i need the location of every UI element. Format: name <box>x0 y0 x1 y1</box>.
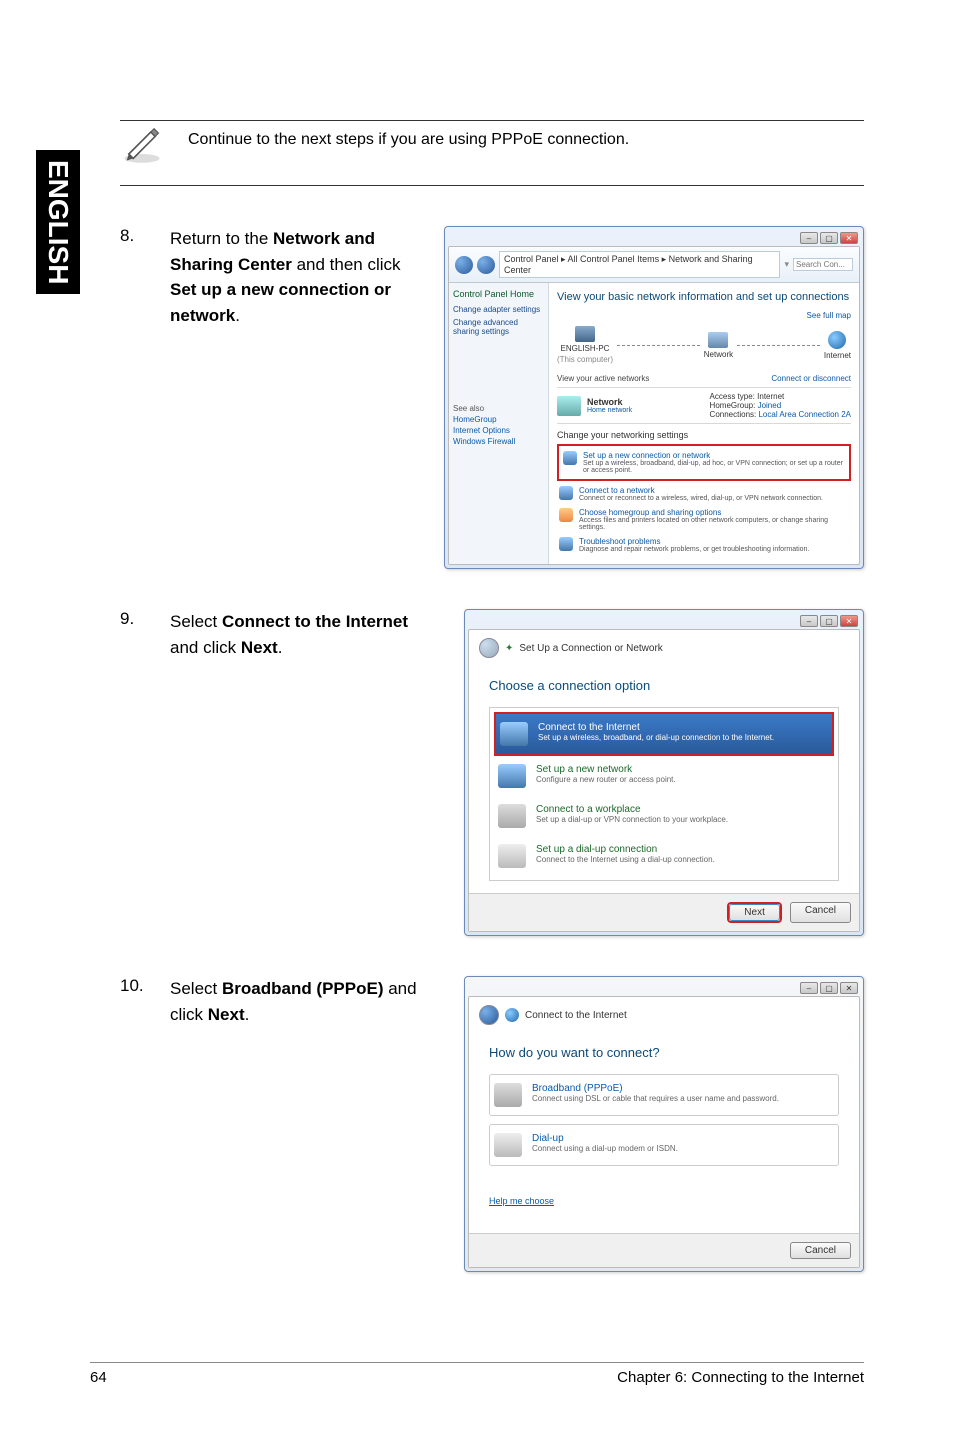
troubleshoot-icon <box>559 537 573 551</box>
setup-new-connection-link[interactable]: Set up a new connection or networkSet up… <box>561 448 847 477</box>
dialup-icon <box>494 1133 522 1157</box>
connect-internet-wizard: – ▢ ✕ Connect to the Internet How do you… <box>464 976 864 1272</box>
computer-icon <box>575 326 595 342</box>
forward-icon[interactable] <box>477 256 495 274</box>
close-icon[interactable]: ✕ <box>840 232 858 244</box>
network-icon <box>708 332 728 348</box>
close-icon[interactable]: ✕ <box>840 615 858 627</box>
router-icon <box>498 764 526 788</box>
setup-dialup-option[interactable]: Set up a dial-up connectionConnect to th… <box>494 836 834 876</box>
windows-firewall-link[interactable]: Windows Firewall <box>453 437 544 446</box>
back-icon[interactable] <box>455 256 473 274</box>
step-9-text: Select Connect to the Internet and click… <box>170 609 448 660</box>
step-10-text: Select Broadband (PPPoE) and click Next. <box>170 976 448 1027</box>
highlighted-option: Set up a new connection or networkSet up… <box>557 444 851 481</box>
connect-internet-option[interactable]: Connect to the InternetSet up a wireless… <box>496 714 832 754</box>
broadband-pppoe-option[interactable]: Broadband (PPPoE)Connect using DSL or ca… <box>489 1074 839 1116</box>
note-text: Continue to the next steps if you are us… <box>188 121 629 149</box>
search-input[interactable] <box>793 258 853 271</box>
homegroup-options-link[interactable]: Choose homegroup and sharing optionsAcce… <box>557 505 851 534</box>
internet-icon <box>828 331 846 349</box>
step-number: 9. <box>120 609 154 629</box>
wizard-question: Choose a connection option <box>489 678 839 693</box>
wizard-title: Connect to the Internet <box>525 1010 627 1021</box>
broadband-icon <box>494 1083 522 1107</box>
connect-network-link[interactable]: Connect to a networkConnect or reconnect… <box>557 483 851 505</box>
change-sharing-link[interactable]: Change advanced sharing settings <box>453 318 544 336</box>
dialup-option[interactable]: Dial-upConnect using a dial-up modem or … <box>489 1124 839 1166</box>
wizard-back-icon[interactable] <box>479 1005 499 1025</box>
network-status-icon <box>557 396 581 416</box>
dialup-icon <box>498 844 526 868</box>
step-number: 8. <box>120 226 154 246</box>
change-adapter-link[interactable]: Change adapter settings <box>453 305 544 314</box>
breadcrumb[interactable]: Control Panel ▸ All Control Panel Items … <box>499 251 780 278</box>
connect-disconnect-link[interactable]: Connect or disconnect <box>771 374 851 383</box>
homegroup-link[interactable]: HomeGroup <box>453 415 544 424</box>
setup-connection-icon <box>563 451 577 465</box>
pencil-note-icon <box>120 121 164 165</box>
minimize-icon[interactable]: – <box>800 615 818 627</box>
help-me-choose-link[interactable]: Help me choose <box>489 1196 839 1206</box>
step-number: 10. <box>120 976 154 996</box>
globe-monitor-icon <box>500 722 528 746</box>
minimize-icon[interactable]: – <box>800 232 818 244</box>
see-also-label: See also <box>453 404 544 413</box>
wizard-title: Set Up a Connection or Network <box>519 643 662 654</box>
wizard-question: How do you want to connect? <box>489 1045 839 1060</box>
control-panel-home-link[interactable]: Control Panel Home <box>453 289 544 299</box>
troubleshoot-link[interactable]: Troubleshoot problemsDiagnose and repair… <box>557 534 851 556</box>
cancel-button[interactable]: Cancel <box>790 902 851 923</box>
close-icon[interactable]: ✕ <box>840 982 858 994</box>
setup-connection-wizard: – ▢ ✕ ✦ Set Up a Connection or Network C… <box>464 609 864 936</box>
ns-heading: View your basic network information and … <box>557 291 851 303</box>
connect-workplace-option[interactable]: Connect to a workplaceSet up a dial-up o… <box>494 796 834 836</box>
network-type-link[interactable]: Home network <box>587 407 632 414</box>
network-sharing-center-window: – ▢ ✕ Control Panel ▸ All Control Panel … <box>444 226 864 569</box>
next-button[interactable]: Next <box>729 904 780 921</box>
highlighted-option: Connect to the InternetSet up a wireless… <box>494 712 834 756</box>
setup-new-network-option[interactable]: Set up a new networkConfigure a new rout… <box>494 756 834 796</box>
minimize-icon[interactable]: – <box>800 982 818 994</box>
internet-options-link[interactable]: Internet Options <box>453 426 544 435</box>
globe-icon <box>505 1008 519 1022</box>
step-8-text: Return to the Network and Sharing Center… <box>170 226 428 328</box>
homegroup-icon <box>559 508 573 522</box>
maximize-icon[interactable]: ▢ <box>820 982 838 994</box>
maximize-icon[interactable]: ▢ <box>820 615 838 627</box>
workplace-icon <box>498 804 526 828</box>
cancel-button[interactable]: Cancel <box>790 1242 851 1259</box>
page-number: 64 <box>90 1369 107 1386</box>
see-full-map-link[interactable]: See full map <box>557 311 851 320</box>
wizard-back-icon[interactable] <box>479 638 499 658</box>
language-tab: ENGLISH <box>36 150 80 294</box>
change-settings-header: Change your networking settings <box>557 430 851 440</box>
chapter-title: Chapter 6: Connecting to the Internet <box>617 1369 864 1386</box>
maximize-icon[interactable]: ▢ <box>820 232 838 244</box>
connect-icon <box>559 486 573 500</box>
